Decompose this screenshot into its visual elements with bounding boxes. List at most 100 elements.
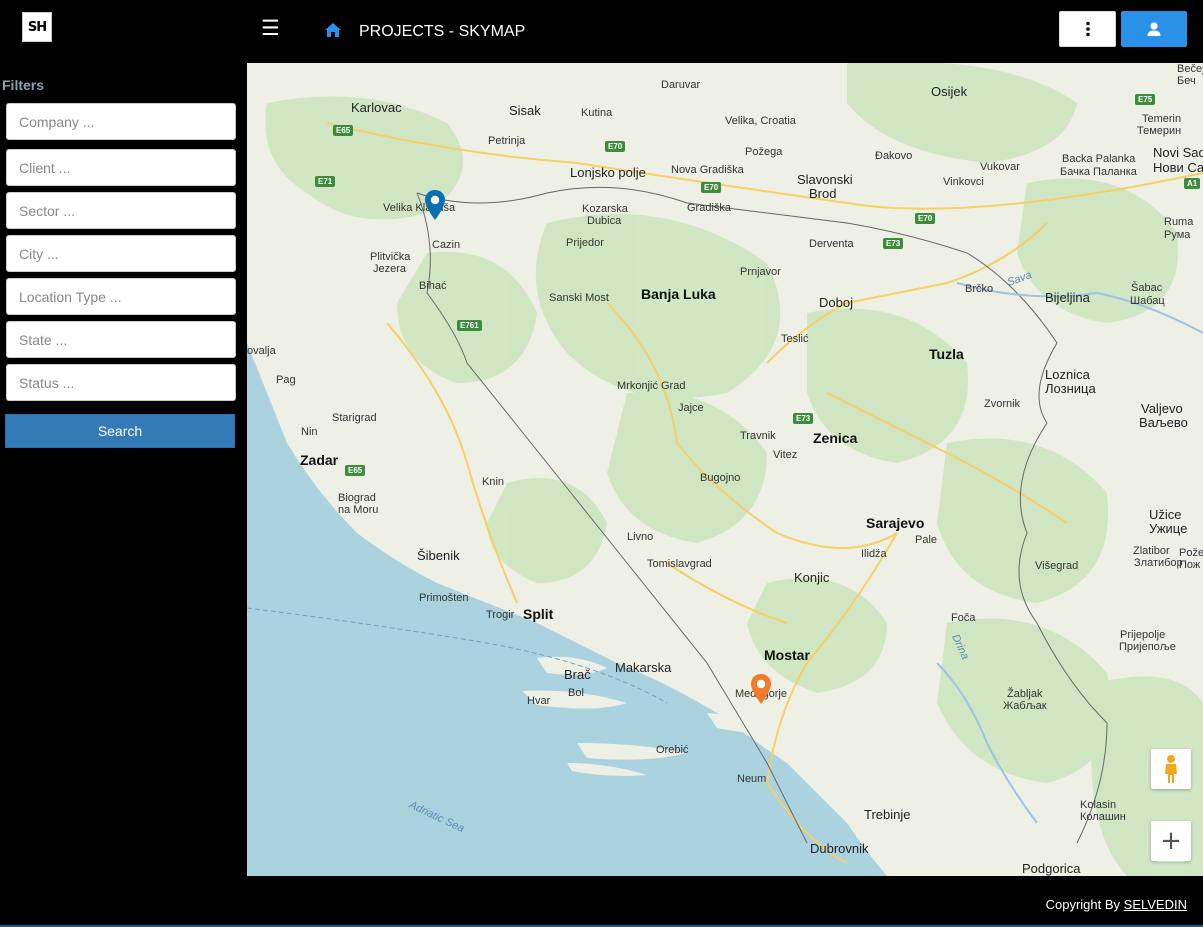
map-place: Gradiška bbox=[687, 202, 732, 214]
map-place: Đakovo bbox=[875, 150, 913, 162]
map-place: Trebinje bbox=[864, 807, 911, 822]
map-place: Sarajevo bbox=[866, 515, 925, 531]
map-place: Bol bbox=[568, 687, 584, 699]
map-place: Темерин bbox=[1137, 125, 1182, 137]
copyright-author-link[interactable]: SELVEDIN bbox=[1124, 897, 1187, 912]
hamburger-icon[interactable]: ☰ bbox=[261, 16, 280, 40]
map-place: Bugojno bbox=[700, 472, 741, 484]
sector-filter-input[interactable] bbox=[6, 192, 236, 229]
orange-marker[interactable] bbox=[750, 673, 772, 705]
map-place: Бачка Паланка bbox=[1060, 166, 1137, 178]
map-place: Hvar bbox=[527, 695, 551, 707]
map-place: Bečej bbox=[1177, 63, 1203, 75]
map-place: Karlovac bbox=[351, 100, 402, 115]
map-place: Šabac bbox=[1131, 282, 1163, 294]
map-place: Užice bbox=[1149, 507, 1182, 522]
map-place: Neum bbox=[737, 773, 767, 785]
map-place: Kozarska bbox=[582, 203, 628, 215]
road-badge: A1 bbox=[1184, 178, 1201, 189]
map-place: Kolasin bbox=[1080, 799, 1117, 811]
map-place: Plitvička bbox=[370, 251, 411, 263]
map-place: Split bbox=[523, 606, 554, 622]
map-place: Foča bbox=[951, 612, 976, 624]
map-place: Tuzla bbox=[929, 346, 964, 362]
road-badge: E65 bbox=[333, 125, 354, 136]
logo-text: SH bbox=[27, 19, 47, 35]
logo[interactable]: SH bbox=[22, 12, 52, 42]
map-place: Prijepolje bbox=[1120, 629, 1166, 641]
map-place: Daruvar bbox=[661, 79, 701, 91]
map-place: Колашин bbox=[1080, 811, 1126, 823]
map-place: Mrkonjić Grad bbox=[617, 380, 686, 392]
map-place: Makarska bbox=[615, 660, 672, 675]
map-place: Brač bbox=[564, 667, 591, 682]
map-place: Sanski Most bbox=[549, 292, 609, 304]
user-account-button[interactable] bbox=[1121, 11, 1187, 47]
home-icon[interactable] bbox=[324, 22, 342, 38]
map-place: Jezera bbox=[373, 263, 407, 275]
state-filter-input[interactable] bbox=[6, 321, 236, 358]
map-place: Zvornik bbox=[984, 398, 1021, 410]
map-place: Velika, Croatia bbox=[725, 115, 796, 127]
map-place: Lonjsko polje bbox=[570, 165, 646, 180]
zoom-divider bbox=[1157, 861, 1185, 862]
blue-marker[interactable] bbox=[424, 189, 446, 221]
search-button[interactable]: Search bbox=[5, 414, 235, 448]
road-badge: E75 bbox=[1135, 94, 1156, 105]
map-place: Šibenik bbox=[417, 548, 460, 563]
street-view-pegman-button[interactable] bbox=[1151, 749, 1191, 789]
road-badge: E65 bbox=[345, 465, 366, 476]
map-place: Doboj bbox=[819, 295, 853, 310]
map-place: Novi Sad bbox=[1153, 145, 1203, 160]
map-place: Konjic bbox=[794, 570, 830, 585]
map-place: Златибор bbox=[1134, 557, 1183, 569]
road-badge: E70 bbox=[915, 213, 936, 224]
status-filter-input[interactable] bbox=[6, 364, 236, 401]
map-place: Primošten bbox=[419, 592, 469, 604]
road-badge: E73 bbox=[883, 238, 904, 249]
vertical-dots-icon bbox=[1085, 21, 1090, 37]
location-type-filter-input[interactable] bbox=[6, 278, 236, 315]
map-place: Шабац bbox=[1130, 295, 1165, 307]
map-place: Loznica bbox=[1045, 367, 1090, 382]
map-place: Starigrad bbox=[332, 412, 377, 424]
road-badge: E70 bbox=[605, 141, 626, 152]
map-place: Travnik bbox=[740, 430, 776, 442]
company-filter-input[interactable] bbox=[6, 103, 236, 140]
map-place: Нови Сад bbox=[1153, 160, 1203, 175]
map-place: Pag bbox=[276, 374, 296, 386]
zoom-in-button[interactable]: + bbox=[1151, 821, 1191, 861]
map-place: Рума bbox=[1164, 229, 1191, 241]
map-place: Derventa bbox=[809, 238, 854, 250]
map-place: Knin bbox=[482, 476, 505, 488]
road-badge: E761 bbox=[457, 320, 482, 331]
map-canvas[interactable]: Karlovac Sisak Daruvar Osijek Kutina Vel… bbox=[247, 63, 1203, 876]
copyright: Copyright By SELVEDIN bbox=[1046, 897, 1187, 912]
map-place: Prijedor bbox=[566, 237, 604, 249]
map-place: Bihać bbox=[419, 280, 447, 292]
copyright-prefix: Copyright By bbox=[1045, 897, 1124, 912]
map-place: Jajce bbox=[678, 402, 704, 414]
city-filter-input[interactable] bbox=[6, 235, 236, 272]
map-place: Ilidža bbox=[861, 548, 887, 560]
map-place: Banja Luka bbox=[641, 286, 716, 302]
map-place: Višegrad bbox=[1035, 560, 1079, 572]
map-place: Cazin bbox=[432, 239, 461, 251]
map-place: Zenica bbox=[813, 430, 858, 446]
map-place: Zlatibor bbox=[1133, 545, 1170, 557]
map-place: Požega bbox=[745, 146, 783, 158]
more-options-button[interactable] bbox=[1059, 11, 1116, 47]
map-place: Беч bbox=[1177, 75, 1196, 87]
map-place: Vitez bbox=[773, 449, 798, 461]
top-navbar: SH ☰ PROJECTS - SKYMAP bbox=[0, 0, 1203, 63]
map-place: Bijeljina bbox=[1045, 290, 1090, 305]
pegman-icon bbox=[1165, 755, 1177, 783]
map-place: Valjevo bbox=[1141, 401, 1183, 416]
footer: Copyright By SELVEDIN bbox=[0, 876, 1203, 927]
map-place: na Moru bbox=[338, 504, 379, 516]
map-place: Ужице bbox=[1149, 521, 1188, 536]
map-place: Trogir bbox=[486, 609, 515, 621]
map-place: Sisak bbox=[509, 103, 541, 118]
map-place: Prnjavor bbox=[740, 266, 781, 278]
client-filter-input[interactable] bbox=[6, 149, 236, 186]
